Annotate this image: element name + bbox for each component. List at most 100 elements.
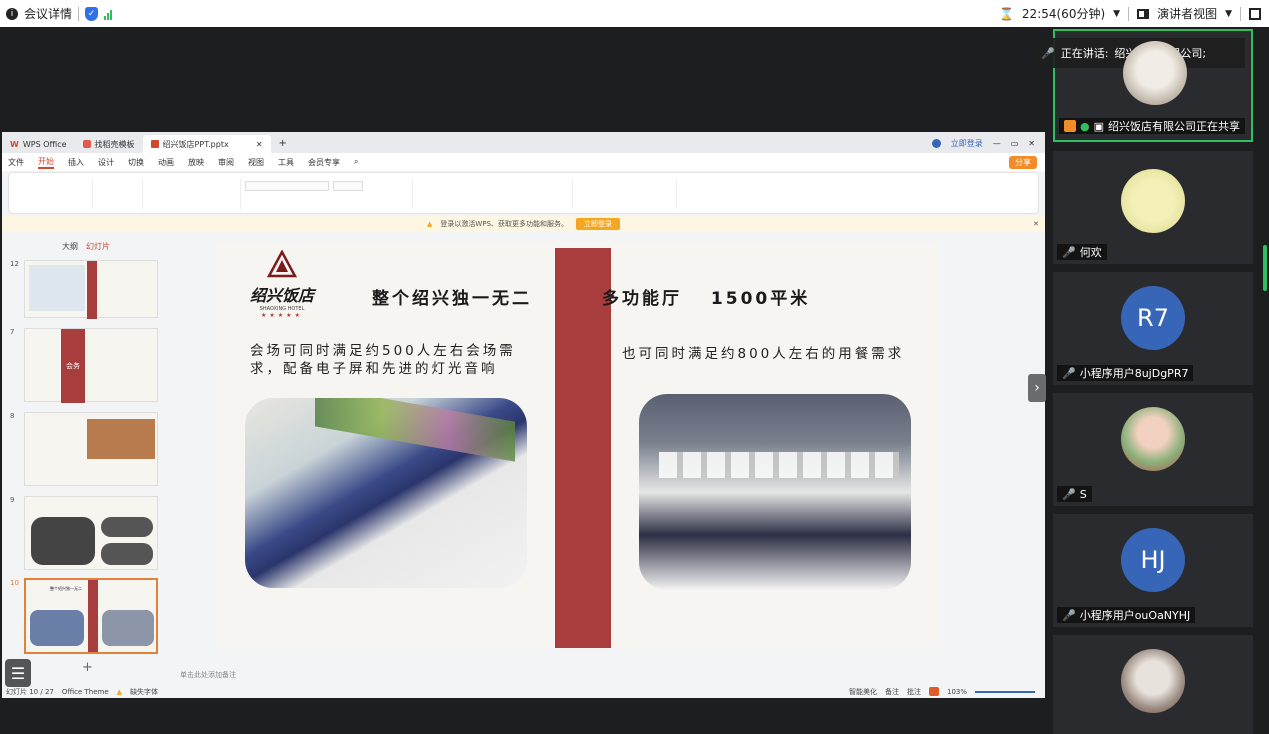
slide-thumbnail[interactable] xyxy=(24,496,158,570)
share-button[interactable]: 分享 xyxy=(1009,155,1037,169)
user-icon xyxy=(931,139,941,148)
theme-name[interactable]: Office Theme xyxy=(62,688,109,696)
slide-thumbnail-selected[interactable]: 整个绍兴独一无二 xyxy=(24,578,158,654)
tab-label: 绍兴饭店PPT.pptx xyxy=(162,139,229,149)
chevron-down-icon[interactable]: ▼ xyxy=(1225,9,1232,19)
divider xyxy=(1240,6,1241,21)
zoom-slider[interactable] xyxy=(975,690,1035,693)
participant-panel: 🎤 正在讲话: 绍兴饭店有限公司; ● ▣ 绍兴饭店有限公司正在共享 🎤 何欢 … xyxy=(1033,27,1269,734)
participant-tile[interactable]: 🎤 何欢 xyxy=(1053,151,1253,264)
participant-tile[interactable]: R7 🎤 小程序用户8ujDgPR7 xyxy=(1053,272,1253,385)
add-slide-button[interactable]: + xyxy=(82,660,93,675)
ppt-file-icon xyxy=(150,140,159,148)
menu-review[interactable]: 审阅 xyxy=(218,157,234,168)
shield-icon[interactable]: ✓ xyxy=(85,6,99,21)
top-bar: i 会议详情 ✓ ⌛ 22:54(60分钟) ▼ 演讲者视图 ▼ xyxy=(0,0,1269,27)
slide-thumbnail[interactable]: 会务 xyxy=(24,328,158,403)
login-notice-bar: ▲ 登录以激活WPS、获取更多功能和服务。 立即登录 ✕ xyxy=(2,216,1045,232)
participant-name: 小程序用户8ujDgPR7 xyxy=(1079,367,1189,380)
wps-logo-icon: W xyxy=(10,139,19,149)
mic-icon: 🎤 xyxy=(1041,46,1055,60)
slide-canvas[interactable]: 绍兴饭店 SHAOXING HOTEL ★★★★★ 整个绍兴独一无二 多功能厅 … xyxy=(217,242,940,648)
ribbon-slideshow-group[interactable] xyxy=(97,179,143,209)
view-mode-button[interactable]: 演讲者视图 xyxy=(1157,5,1217,22)
warning-icon: ▲ xyxy=(427,220,433,228)
signal-icon[interactable] xyxy=(104,8,113,20)
hotel-logo: 绍兴饭店 SHAOXING HOTEL ★★★★★ xyxy=(225,249,339,320)
participant-label: 🎤 何欢 xyxy=(1057,244,1107,260)
tab-template[interactable]: 找稻壳模板 xyxy=(75,135,143,153)
banquet-photo-left xyxy=(245,398,527,588)
minimize-icon[interactable]: — xyxy=(993,139,1001,148)
menu-vip[interactable]: 会员专享 xyxy=(308,157,340,168)
menu-file[interactable]: 文件 xyxy=(8,157,24,168)
menu-slideshow[interactable]: 放映 xyxy=(188,157,204,168)
smart-beautify-button[interactable]: 智能美化 xyxy=(849,687,877,697)
ribbon-shape-group[interactable] xyxy=(577,179,677,209)
thumb-number: 10 xyxy=(10,579,19,587)
missing-font-link[interactable]: 缺失字体 xyxy=(130,687,158,697)
menu-transition[interactable]: 切换 xyxy=(128,157,144,168)
menu-view[interactable]: 视图 xyxy=(248,157,264,168)
screen-icon: ▣ xyxy=(1093,119,1105,133)
ribbon-clipboard-group[interactable] xyxy=(13,179,93,209)
logo-stars: ★★★★★ xyxy=(261,312,303,319)
ribbon-paragraph-group[interactable] xyxy=(417,179,573,209)
scrollbar[interactable] xyxy=(1263,245,1267,291)
participant-label: 🎤 小程序用户ouOaNYHJ xyxy=(1057,607,1196,623)
font-name-select[interactable] xyxy=(245,181,329,191)
participant-tile[interactable]: 🎤 S xyxy=(1053,393,1253,506)
chevron-down-icon[interactable]: ▼ xyxy=(1113,9,1120,19)
participant-name: 何欢 xyxy=(1079,246,1102,259)
fullscreen-icon[interactable] xyxy=(1249,7,1261,20)
menu-icon[interactable]: ☰ xyxy=(5,659,31,687)
thumb-label: 会务 xyxy=(66,362,80,370)
ribbon-find-group[interactable] xyxy=(681,179,741,209)
participant-label: 🎤 小程序用户8ujDgPR7 xyxy=(1057,365,1194,381)
login-link[interactable]: 立即登录 xyxy=(951,138,983,149)
layout-icon xyxy=(1137,8,1150,19)
slide-thumbnail[interactable] xyxy=(24,260,158,319)
new-tab-icon[interactable]: + xyxy=(271,138,295,153)
tab-pptx-file[interactable]: 绍兴饭店PPT.pptx ✕ xyxy=(142,135,271,153)
tab-wps-office[interactable]: W WPS Office xyxy=(2,135,75,153)
ribbon-slide-group[interactable] xyxy=(145,179,241,209)
notes-area[interactable]: 单击此处添加备注 xyxy=(174,664,1014,684)
menu-insert[interactable]: 插入 xyxy=(68,157,84,168)
meeting-details-link[interactable]: 会议详情 xyxy=(24,5,72,22)
close-window-icon[interactable]: ✕ xyxy=(1028,139,1035,148)
participant-tile[interactable] xyxy=(1053,635,1253,734)
avatar xyxy=(1123,41,1187,105)
tab-label: 找稻壳模板 xyxy=(94,139,135,149)
hotel-emblem-icon xyxy=(266,249,298,278)
avatar xyxy=(1121,169,1185,233)
menu-design[interactable]: 设计 xyxy=(98,157,114,168)
menu-tools[interactable]: 工具 xyxy=(278,157,294,168)
divider xyxy=(78,6,80,21)
notes-toggle[interactable]: 备注 xyxy=(885,687,899,697)
slide-thumbnail[interactable] xyxy=(24,412,158,486)
participant-label: ● ▣ 绍兴饭店有限公司正在共享 xyxy=(1059,118,1246,134)
menu-animation[interactable]: 动画 xyxy=(158,157,174,168)
close-icon[interactable]: ✕ xyxy=(256,140,263,149)
close-icon[interactable]: ✕ xyxy=(1033,220,1039,228)
participant-tile[interactable]: 🎤 正在讲话: 绍兴饭店有限公司; ● ▣ 绍兴饭店有限公司正在共享 xyxy=(1033,29,1253,142)
participant-label: 🎤 S xyxy=(1057,486,1092,502)
meeting-timer[interactable]: 22:54(60分钟) xyxy=(1022,5,1105,22)
play-icon[interactable] xyxy=(928,687,939,696)
menu-home[interactable]: 开始 xyxy=(38,156,54,169)
collapse-panel-button[interactable]: › xyxy=(1028,374,1046,402)
mic-on-icon: ● xyxy=(1080,119,1090,133)
comments-toggle[interactable]: 批注 xyxy=(907,687,921,697)
search-icon[interactable]: ⌕ xyxy=(354,157,358,167)
notice-login-button[interactable]: 立即登录 xyxy=(575,218,620,230)
mic-muted-icon: 🎤 xyxy=(1062,366,1076,380)
tab-slides[interactable]: 幻灯片 xyxy=(86,241,110,252)
font-size-select[interactable] xyxy=(333,181,363,191)
tab-outline[interactable]: 大纲 xyxy=(62,241,78,252)
ribbon-font-group[interactable] xyxy=(245,179,413,209)
zoom-level[interactable]: 103% xyxy=(947,688,967,696)
info-icon[interactable]: i xyxy=(6,7,18,20)
participant-tile[interactable]: HJ 🎤 小程序用户ouOaNYHJ xyxy=(1053,514,1253,627)
restore-icon[interactable]: ▭ xyxy=(1011,139,1019,148)
